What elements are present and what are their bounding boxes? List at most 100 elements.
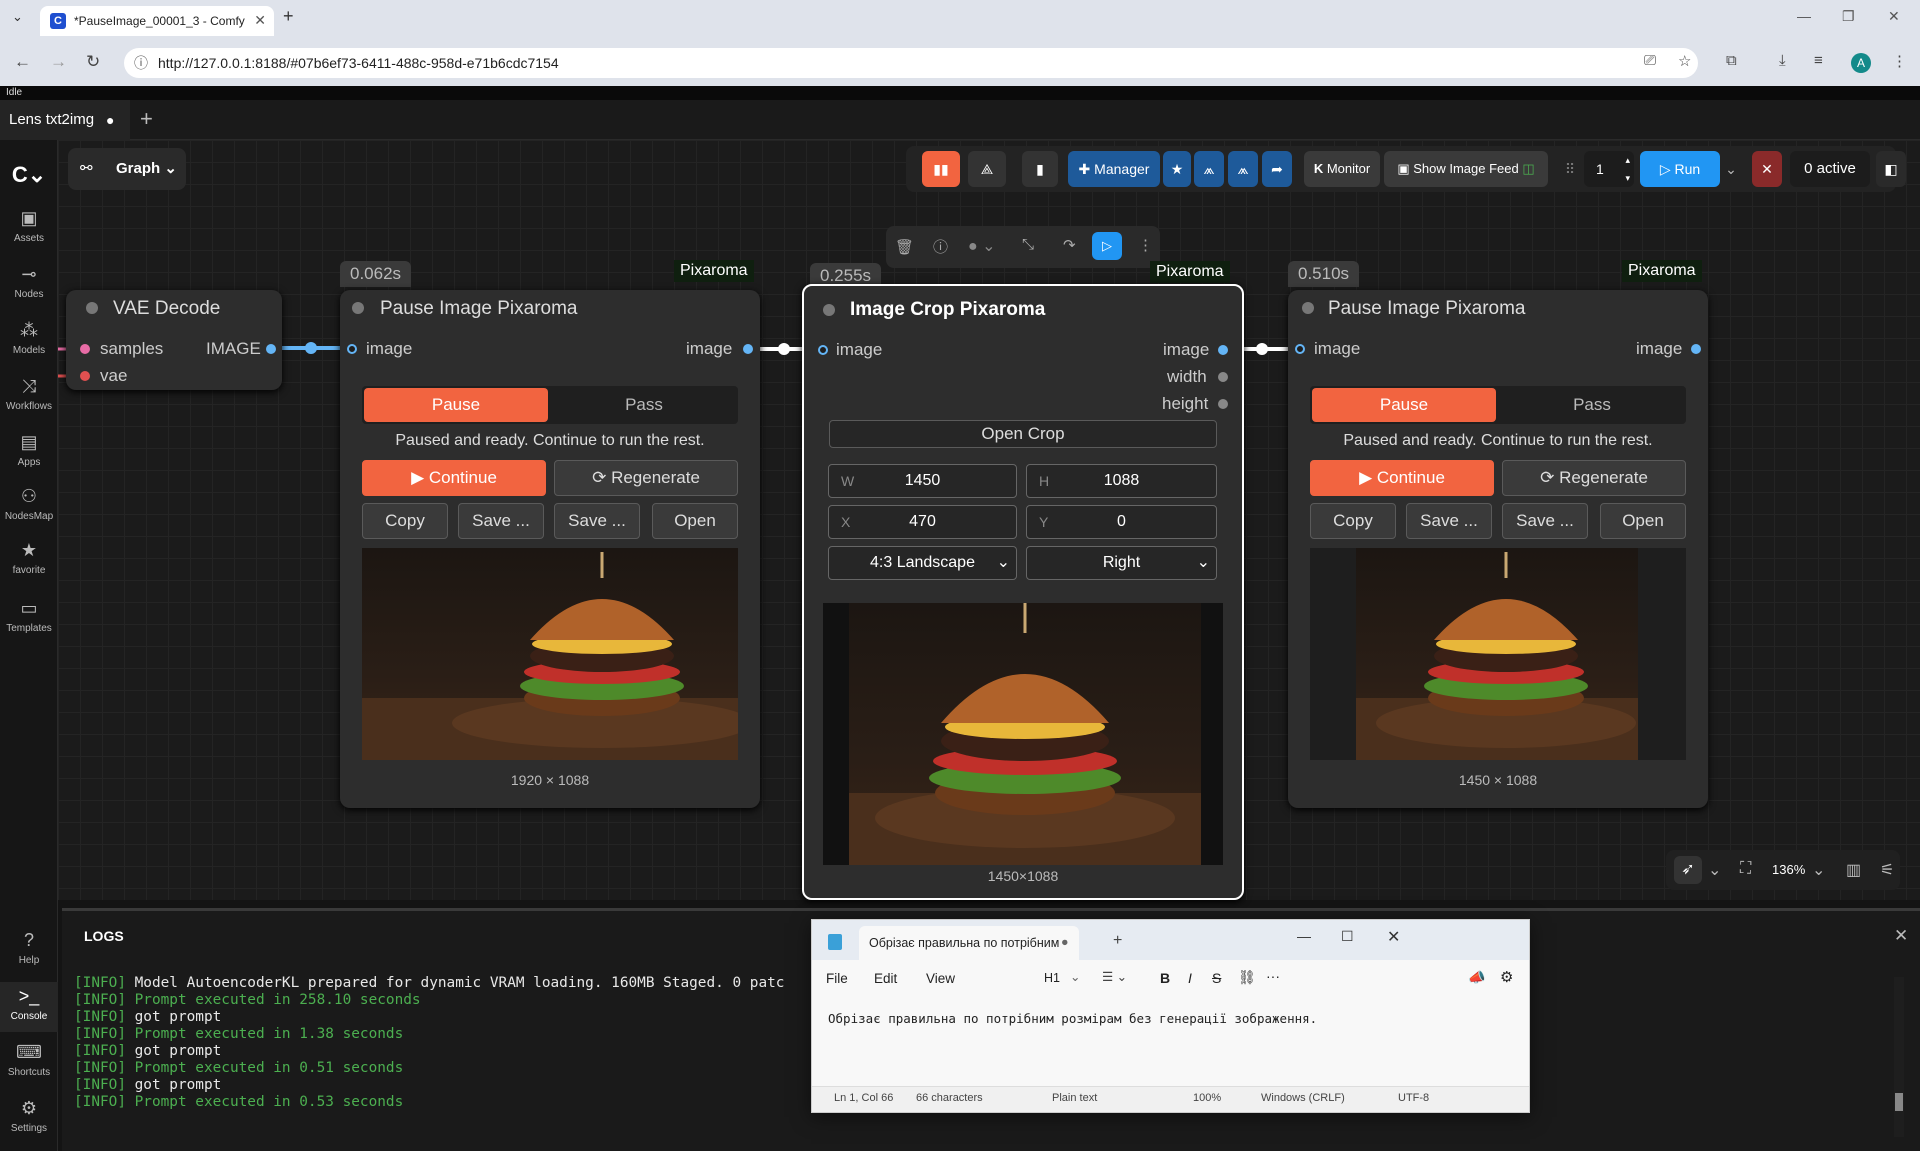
strikethrough-icon[interactable]: S bbox=[1212, 970, 1221, 986]
hide-links-icon[interactable]: ⚟ bbox=[1880, 860, 1894, 880]
pixaroma-badge: Pixaroma bbox=[1622, 260, 1702, 282]
node-status-dot bbox=[352, 302, 364, 314]
image-input-port[interactable] bbox=[347, 344, 357, 354]
save-button-2[interactable]: Save ... bbox=[1502, 503, 1588, 539]
notepad-app-icon bbox=[828, 934, 842, 950]
minimap-icon[interactable]: ▥ bbox=[1846, 860, 1861, 880]
copy-button[interactable]: Copy bbox=[1310, 503, 1396, 539]
zoom-level[interactable]: 136% bbox=[1772, 862, 1805, 877]
bold-icon[interactable]: B bbox=[1160, 970, 1170, 986]
sidebar-item-console[interactable]: >_ Console bbox=[0, 982, 58, 1032]
notepad-window[interactable]: Обрізає правильна по потрібним ● + — ☐ ✕… bbox=[811, 919, 1530, 1113]
link-icon[interactable]: ⛓ bbox=[1238, 969, 1256, 986]
sidebar-item-settings[interactable]: ⚙ Settings bbox=[0, 1098, 58, 1134]
height-key: H bbox=[1039, 473, 1050, 489]
maximize-icon[interactable]: ☐ bbox=[1341, 928, 1354, 945]
chevron-down-icon[interactable]: ⌄ bbox=[1070, 969, 1080, 984]
notepad-tab[interactable]: Обрізає правильна по потрібним ● bbox=[859, 926, 1079, 960]
scroll-thumb[interactable] bbox=[1895, 1093, 1903, 1111]
open-button[interactable]: Open bbox=[652, 503, 738, 539]
open-button[interactable]: Open bbox=[1600, 503, 1686, 539]
chevron-down-icon[interactable]: ⌄ bbox=[1708, 860, 1721, 880]
y-field[interactable]: Y0 bbox=[1026, 505, 1217, 539]
copy-button[interactable]: Copy bbox=[362, 503, 448, 539]
gear-icon: ⚙ bbox=[20, 1098, 38, 1118]
log-tag: [INFO] bbox=[74, 1026, 126, 1042]
height-field[interactable]: H 1088 bbox=[1026, 464, 1217, 498]
image-output-port[interactable] bbox=[743, 344, 753, 354]
sidebar-item-help[interactable]: ? Help bbox=[0, 930, 58, 966]
sidebar-label: Help bbox=[18, 955, 40, 966]
burger-image bbox=[362, 552, 738, 760]
log-tag: [INFO] bbox=[74, 1043, 126, 1059]
open-crop-button[interactable]: Open Crop bbox=[829, 420, 1217, 448]
pause-image-title: Pause Image Pixaroma bbox=[1328, 298, 1526, 319]
image-input-label: image bbox=[836, 340, 883, 359]
italic-icon[interactable]: I bbox=[1188, 970, 1192, 986]
continue-label: Continue bbox=[1376, 468, 1445, 487]
image-input-port[interactable] bbox=[1295, 344, 1305, 354]
menu-view[interactable]: View bbox=[926, 971, 955, 986]
anchor-select[interactable]: Right ⌄ bbox=[1026, 546, 1217, 580]
pass-toggle[interactable]: Pass bbox=[552, 388, 736, 422]
continue-button[interactable]: ▶ Continue bbox=[1310, 460, 1494, 496]
regenerate-button[interactable]: ⟳ Regenerate bbox=[554, 460, 738, 496]
save-button-1[interactable]: Save ... bbox=[1406, 503, 1492, 539]
log-tag: [INFO] bbox=[74, 975, 126, 991]
save-button-2[interactable]: Save ... bbox=[554, 503, 640, 539]
chevron-down-icon[interactable]: ⌄ bbox=[1812, 860, 1825, 880]
image-output-port[interactable] bbox=[1691, 344, 1701, 354]
sidebar-label: Console bbox=[10, 1011, 48, 1022]
continue-button[interactable]: ▶ Continue bbox=[362, 460, 546, 496]
width-value: 1450 bbox=[904, 472, 941, 489]
image-output-label: image bbox=[1636, 339, 1683, 358]
crop-preview-image bbox=[823, 603, 1223, 865]
samples-input-port[interactable] bbox=[80, 344, 90, 354]
image-output-port[interactable] bbox=[1218, 345, 1228, 355]
log-text: got prompt bbox=[125, 1009, 222, 1025]
regenerate-button[interactable]: ⟳ Regenerate bbox=[1502, 460, 1686, 496]
x-field[interactable]: X 470 bbox=[828, 505, 1017, 539]
aspect-ratio-select[interactable]: 4:3 Landscape ⌄ bbox=[828, 546, 1017, 580]
notepad-text[interactable]: Обрізає правильна по потрібним розмірам … bbox=[828, 1011, 1317, 1026]
settings-gear-icon[interactable]: ⚙ bbox=[1500, 968, 1513, 986]
close-window-icon[interactable]: ✕ bbox=[1387, 927, 1400, 947]
node-status-dot bbox=[823, 304, 835, 316]
copilot-icon[interactable]: 📣 bbox=[1468, 969, 1485, 986]
width-field[interactable]: W 1450 bbox=[828, 464, 1017, 498]
more-icon[interactable]: ··· bbox=[1266, 968, 1280, 984]
vae-label: vae bbox=[100, 366, 128, 385]
scrollbar[interactable] bbox=[1894, 977, 1904, 1137]
log-line: [INFO] Model AutoencoderKL prepared for … bbox=[74, 975, 784, 992]
image-output-port[interactable] bbox=[266, 344, 276, 354]
pause-toggle[interactable]: Pause bbox=[1312, 388, 1496, 422]
save-button-1[interactable]: Save ... bbox=[458, 503, 544, 539]
keyboard-icon: ⌨ bbox=[16, 1042, 42, 1062]
log-tag: [INFO] bbox=[74, 1009, 126, 1025]
log-tag: [INFO] bbox=[74, 1094, 126, 1110]
vae-input-port[interactable] bbox=[80, 371, 90, 381]
sidebar-label: Settings bbox=[10, 1123, 48, 1134]
notepad-tab-title: Обрізає правильна по потрібним bbox=[869, 936, 1060, 950]
node-status-dot bbox=[1302, 302, 1314, 314]
close-icon[interactable]: ✕ bbox=[1894, 926, 1908, 946]
heading-select[interactable]: H1 bbox=[1044, 971, 1060, 985]
height-output-port[interactable] bbox=[1218, 399, 1228, 409]
regenerate-label: Regenerate bbox=[611, 468, 700, 487]
list-icon[interactable]: ☰ ⌄ bbox=[1102, 969, 1127, 984]
pause-toggle[interactable]: Pause bbox=[364, 388, 548, 422]
new-tab-icon[interactable]: + bbox=[1113, 932, 1122, 950]
fit-view-icon[interactable]: ⛶ bbox=[1740, 860, 1751, 878]
pass-toggle[interactable]: Pass bbox=[1500, 388, 1684, 422]
select-tool-icon[interactable]: ➶ bbox=[1674, 856, 1702, 884]
width-output-port[interactable] bbox=[1218, 372, 1228, 382]
width-key: W bbox=[841, 473, 855, 489]
menu-file[interactable]: File bbox=[826, 971, 848, 986]
menu-edit[interactable]: Edit bbox=[874, 971, 897, 986]
sidebar-item-shortcuts[interactable]: ⌨ Shortcuts bbox=[0, 1042, 58, 1078]
image-input-port[interactable] bbox=[818, 345, 828, 355]
minimize-icon[interactable]: — bbox=[1297, 928, 1311, 944]
chevron-down-icon: ⌄ bbox=[996, 554, 1010, 571]
image-crop-title: Image Crop Pixaroma bbox=[850, 299, 1046, 320]
log-line: [INFO] Prompt executed in 0.51 seconds bbox=[74, 1060, 784, 1077]
